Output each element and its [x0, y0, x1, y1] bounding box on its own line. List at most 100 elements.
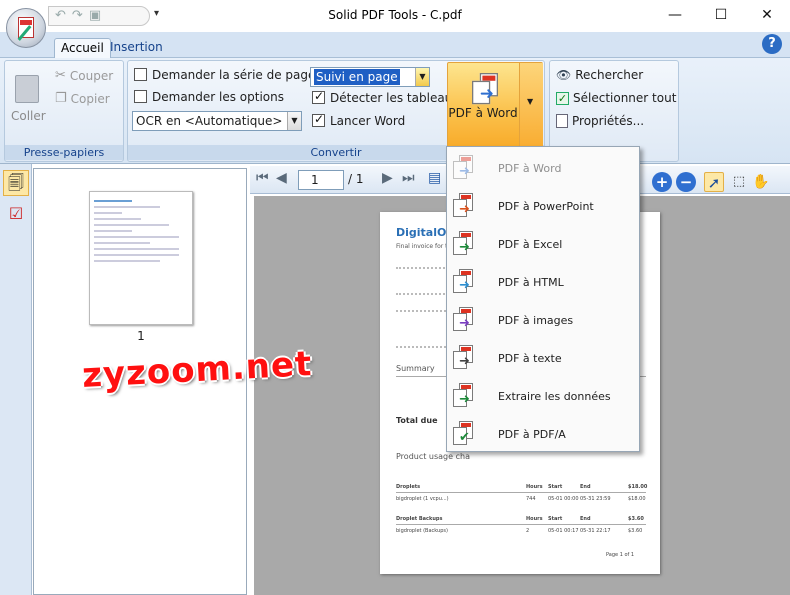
checkbox-checked: [312, 112, 325, 127]
binoculars-icon: 👁: [556, 68, 572, 82]
first-page-icon[interactable]: ⏮: [256, 170, 269, 186]
pdf-to-powerpoint-icon: ➜: [453, 193, 475, 219]
layout-select[interactable]: Suivi en page ▼: [310, 67, 430, 87]
tab-insertion[interactable]: Insertion: [104, 38, 169, 58]
pdf-to-word-dropdown[interactable]: ▼: [519, 63, 543, 155]
menu-item-pdf-to-pdfa[interactable]: ✔ PDF à PDF/A: [447, 415, 639, 453]
menu-item-pdf-to-excel[interactable]: ➜ PDF à Excel: [447, 225, 639, 263]
select-arrow-icon[interactable]: ➚: [704, 172, 724, 192]
zoom-out-icon[interactable]: −: [676, 172, 696, 192]
ribbon-tabs: Accueil Insertion: [0, 32, 790, 58]
pdf-to-images-icon: ➜: [453, 307, 475, 333]
pdf-to-word-icon: ➜: [453, 155, 475, 181]
launch-word-checkbox[interactable]: Lancer Word: [312, 112, 406, 128]
menu-item-pdf-to-images[interactable]: ➜ PDF à images: [447, 301, 639, 339]
ask-options-checkbox[interactable]: Demander les options: [134, 90, 284, 104]
divider: [396, 492, 646, 493]
search-label: Rechercher: [575, 68, 644, 82]
menu-item-pdf-to-word[interactable]: ➜ PDF à Word: [447, 149, 639, 187]
title-bar: ↶ ↷ ▣ ▾ Solid PDF Tools - C.pdf — ☐ ✕: [0, 0, 790, 32]
thumbnail-page-number: 1: [137, 329, 145, 343]
pdf-to-pdfa-icon: ✔: [453, 421, 475, 447]
chevron-down-icon: ▼: [527, 97, 534, 106]
page-total: / 1: [348, 172, 364, 186]
ask-options-label: Demander les options: [152, 90, 284, 104]
document-subtitle: Final invoice for th: [396, 243, 452, 250]
detect-tables-label: Détecter les tableaux: [330, 91, 460, 105]
clipboard-group-label: Presse-papiers: [5, 145, 123, 160]
menu-item-pdf-to-powerpoint[interactable]: ➜ PDF à PowerPoint: [447, 187, 639, 225]
detect-tables-checkbox[interactable]: Détecter les tableaux: [312, 89, 460, 105]
clipboard-group: Coller ✂ Couper ❐ Copier Presse-papiers: [4, 60, 124, 162]
pages-panel-icon[interactable]: 🗐: [3, 170, 29, 196]
paste-button[interactable]: Coller: [9, 67, 47, 127]
pdf-to-word-icon: ➜: [472, 73, 501, 107]
tab-accueil[interactable]: Accueil: [54, 38, 111, 58]
total-due: Total due: [396, 416, 438, 425]
maximize-button[interactable]: ☐: [698, 0, 744, 30]
menu-item-label: PDF à Word: [498, 162, 562, 175]
document-brand: DigitalO: [396, 226, 447, 239]
last-page-icon[interactable]: ⏭: [402, 170, 415, 186]
copy-label: Copier: [70, 91, 110, 106]
page-number-input[interactable]: 1: [298, 170, 344, 190]
menu-item-extract-data[interactable]: ➜ Extraire les données: [447, 377, 639, 415]
properties-icon: [556, 114, 568, 128]
select-all-label: Sélectionner tout: [573, 91, 677, 105]
zoom-in-icon[interactable]: +: [652, 172, 672, 192]
pdf-to-text-icon: ➜: [453, 345, 475, 371]
next-page-icon[interactable]: ▶: [382, 170, 393, 186]
checkbox-checked: [312, 89, 325, 104]
menu-item-label: Extraire les données: [498, 390, 611, 403]
menu-item-label: PDF à images: [498, 314, 574, 327]
pdf-to-excel-icon: ➜: [453, 231, 475, 257]
ask-page-series-label: Demander la série de pages: [152, 68, 322, 82]
app-menu-button[interactable]: [6, 8, 46, 48]
hand-tool-icon[interactable]: ✋: [751, 172, 771, 192]
signatures-panel-icon[interactable]: ☑: [3, 202, 29, 228]
copy-icon: ❐: [55, 91, 67, 106]
paste-label: Coller: [11, 109, 46, 123]
ribbon: Coller ✂ Couper ❐ Copier Presse-papiers …: [0, 58, 790, 164]
ocr-value: OCR en <Automatique>: [136, 114, 283, 128]
menu-item-label: PDF à PowerPoint: [498, 200, 594, 213]
menu-item-label: PDF à HTML: [498, 276, 564, 289]
pdf-to-word-button[interactable]: ➜ PDF à Word ▼: [447, 62, 543, 156]
conversion-menu: ➜ PDF à Word ➜ PDF à PowerPoint ➜ PDF à …: [446, 146, 640, 452]
properties-label: Propriétés...: [572, 114, 645, 128]
search-button[interactable]: 👁 Rechercher: [556, 68, 643, 82]
area-select-icon[interactable]: ⬚: [729, 172, 749, 192]
summary-heading: Summary: [396, 364, 435, 373]
ocr-select[interactable]: OCR en <Automatique> ▼: [132, 111, 302, 131]
ask-page-series-checkbox[interactable]: Demander la série de pages: [134, 68, 322, 82]
properties-button[interactable]: Propriétés...: [556, 114, 644, 128]
page-footer: Page 1 of 1: [606, 552, 635, 558]
extract-data-icon: ➜: [453, 383, 475, 409]
menu-item-pdf-to-text[interactable]: ➜ PDF à texte: [447, 339, 639, 377]
menu-item-label: PDF à PDF/A: [498, 428, 566, 441]
checkbox-unchecked: [134, 90, 147, 103]
menu-item-label: PDF à texte: [498, 352, 562, 365]
clipboard-icon: [15, 75, 39, 103]
chevron-down-icon[interactable]: ▼: [287, 112, 301, 130]
checkmark-icon: ✓: [556, 91, 569, 105]
previous-page-icon[interactable]: ◀: [276, 170, 287, 186]
menu-item-pdf-to-html[interactable]: ➜ PDF à HTML: [447, 263, 639, 301]
product-usage-heading: Product usage cha: [396, 452, 470, 461]
select-all-button[interactable]: ✓ Sélectionner tout: [556, 91, 676, 105]
layout-value: Suivi en page: [314, 69, 400, 85]
menu-item-label: PDF à Excel: [498, 238, 563, 251]
cut-button[interactable]: ✂ Couper: [55, 68, 113, 83]
chevron-down-icon[interactable]: ▼: [415, 68, 429, 86]
close-button[interactable]: ✕: [744, 0, 790, 30]
launch-word-label: Lancer Word: [330, 114, 406, 128]
scissors-icon: ✂: [55, 68, 66, 83]
minimize-button[interactable]: —: [652, 0, 698, 30]
checkbox-unchecked: [134, 68, 147, 81]
pdf-to-word-label: PDF à Word: [448, 106, 518, 120]
view-mode-icon[interactable]: ▤: [428, 170, 441, 186]
divider: [396, 524, 646, 525]
copy-button[interactable]: ❐ Copier: [55, 91, 110, 106]
help-icon[interactable]: ?: [762, 34, 782, 54]
page-thumbnail[interactable]: [89, 191, 193, 325]
